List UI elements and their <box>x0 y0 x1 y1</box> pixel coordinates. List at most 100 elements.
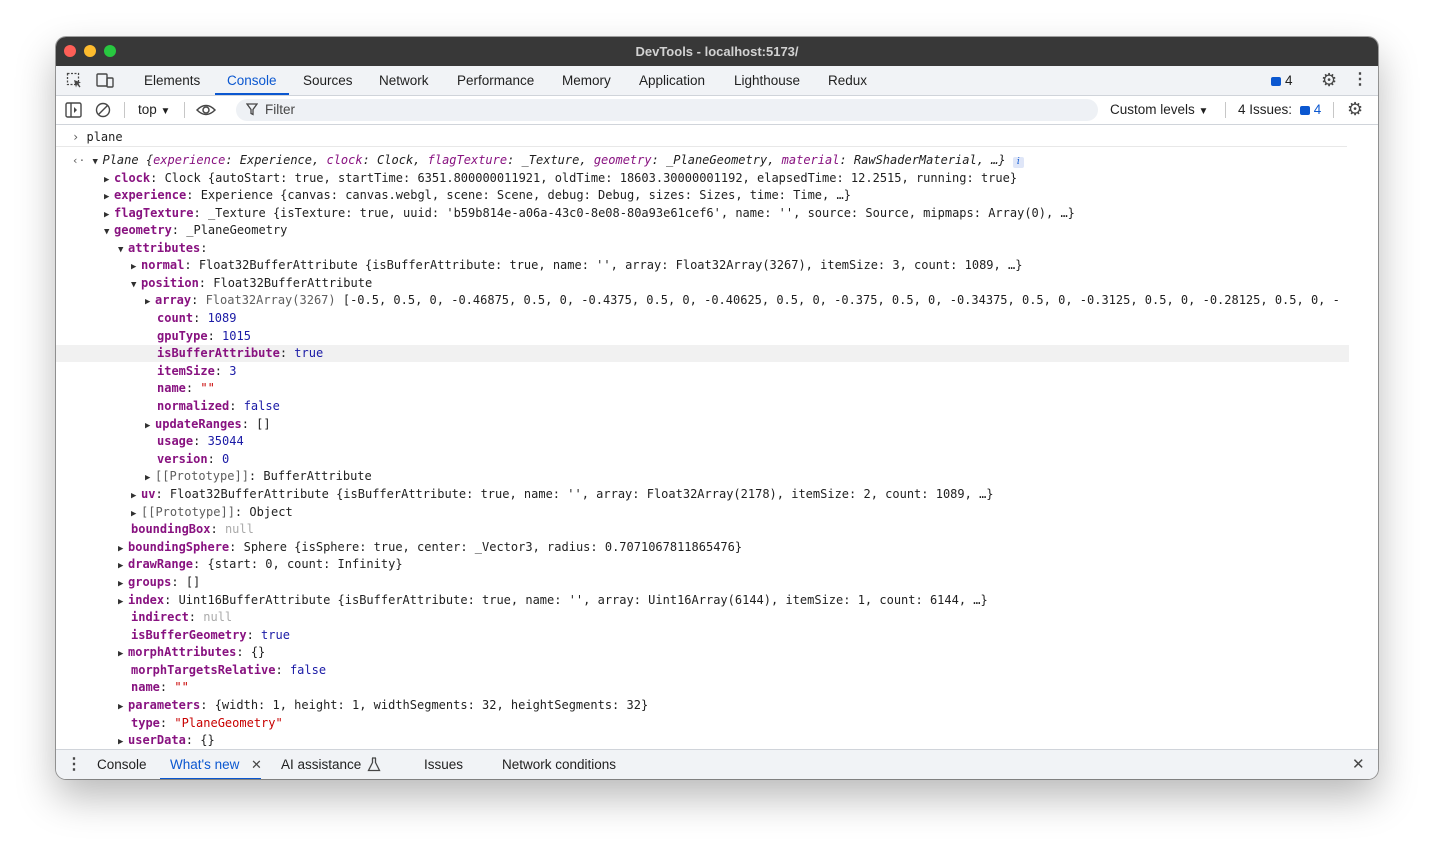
collapsed-arrow-icon: ▶ <box>118 561 124 571</box>
close-window-button[interactable] <box>64 45 76 57</box>
prop-uv[interactable]: ▶ uv: Float32BufferAttribute {isBufferAtt… <box>56 486 1378 503</box>
tab-console[interactable]: Console <box>215 66 288 95</box>
maximize-window-button[interactable] <box>104 45 116 57</box>
issues-counter[interactable]: 4 Issues: 4 <box>1238 96 1321 124</box>
prop-array[interactable]: ▶ array: Float32Array(3267) [-0.5, 0.5, 0… <box>56 292 1378 309</box>
sidebar-toggle-icon[interactable] <box>65 102 82 122</box>
flask-icon <box>367 757 381 776</box>
log-levels-dropdown[interactable]: Custom levels ▼ <box>1110 96 1208 126</box>
drawer-tab-whats-new[interactable]: What's new <box>159 750 262 779</box>
tab-memory[interactable]: Memory <box>562 66 611 95</box>
tab-application[interactable]: Application <box>639 66 705 95</box>
prop-geometry-name: name: "" <box>131 680 189 694</box>
more-vert-icon[interactable]: ⋮ <box>1352 72 1368 88</box>
console-settings-icon[interactable]: ⚙ <box>1347 100 1363 118</box>
prop-normal[interactable]: ▶ normal: Float32BufferAttribute {isBuffe… <box>56 257 1378 274</box>
drawer-tab-issues[interactable]: Issues <box>424 750 463 779</box>
issues-badge-icon <box>1271 77 1281 86</box>
collapsed-arrow-icon: ▶ <box>118 544 124 554</box>
prop-prototype-buffer-attribute[interactable]: ▶ [[Prototype]]: BufferAttribute <box>56 468 1378 485</box>
prop-normalized: normalized: false <box>157 399 280 413</box>
prop-clock[interactable]: ▶ clock: Clock {autoStart: true, startTim… <box>56 170 1378 187</box>
filter-funnel-icon <box>245 103 259 120</box>
prop-geometry[interactable]: ▼ geometry: _PlaneGeometry <box>56 222 1378 239</box>
expanded-arrow-icon: ▼ <box>131 280 137 290</box>
dropdown-arrow-icon: ▼ <box>160 106 171 117</box>
issues-badge[interactable]: 4 <box>1271 66 1293 95</box>
prop-name: name: "" <box>157 381 215 395</box>
prop-count: count: 1089 <box>157 311 237 325</box>
prop-flag-texture[interactable]: ▶ flagTexture: _Texture {isTexture: true,… <box>56 205 1378 222</box>
prop-index[interactable]: ▶ index: Uint16BufferAttribute {isBufferA… <box>56 592 1378 609</box>
return-arrow-icon: ‹· <box>72 154 86 167</box>
close-tab-icon[interactable]: ✕ <box>251 757 262 773</box>
prop-bounding-sphere[interactable]: ▶ boundingSphere: Sphere {isSphere: true,… <box>56 539 1378 556</box>
clear-console-icon[interactable] <box>95 102 111 122</box>
tab-sources[interactable]: Sources <box>303 66 353 95</box>
prop-update-ranges[interactable]: ▶ updateRanges: [] <box>56 416 1378 433</box>
window-title: DevTools - localhost:5173/ <box>635 44 799 59</box>
console-input-line: › plane <box>56 129 1347 147</box>
collapsed-arrow-icon: ▶ <box>145 421 151 431</box>
collapsed-arrow-icon: ▶ <box>118 702 124 712</box>
collapsed-arrow-icon: ▶ <box>104 175 110 185</box>
toolbar-divider <box>1333 102 1334 118</box>
collapsed-arrow-icon: ▶ <box>104 210 110 220</box>
tab-lighthouse[interactable]: Lighthouse <box>734 66 800 95</box>
devtools-window: DevTools - localhost:5173/ Elements Cons… <box>56 37 1378 779</box>
prop-attributes[interactable]: ▼ attributes: <box>56 240 1378 257</box>
collapsed-arrow-icon: ▶ <box>145 473 151 483</box>
info-icon[interactable]: i <box>1012 157 1024 168</box>
collapsed-arrow-icon: ▶ <box>118 737 124 747</box>
tab-performance[interactable]: Performance <box>457 66 534 95</box>
result-root[interactable]: ‹· ▼ Plane {experience: Experience, clock… <box>56 152 1366 169</box>
collapsed-arrow-icon: ▶ <box>145 297 151 307</box>
collapsed-arrow-icon: ▶ <box>118 649 124 659</box>
device-toggle-icon[interactable] <box>96 72 114 93</box>
prop-type: type: "PlaneGeometry" <box>131 716 283 730</box>
prop-prototype-object[interactable]: ▶ [[Prototype]]: Object <box>56 504 1378 521</box>
filter-input[interactable]: Filter <box>236 99 1098 121</box>
console-output: › plane ‹· ▼ Plane {experience: Experienc… <box>56 125 1378 749</box>
prop-draw-range[interactable]: ▶ drawRange: {start: 0, count: Infinity} <box>56 556 1378 573</box>
expanded-arrow-icon: ▼ <box>104 227 110 237</box>
drawer-tab-ai-assistance[interactable]: AI assistance <box>281 750 361 779</box>
expanded-arrow-icon: ▼ <box>118 245 124 255</box>
prop-morph-targets-relative: morphTargetsRelative: false <box>131 663 327 677</box>
collapsed-arrow-icon: ▶ <box>104 192 110 202</box>
prop-user-data[interactable]: ▶ userData: {} <box>56 732 1378 749</box>
tab-network[interactable]: Network <box>379 66 429 95</box>
toolbar-divider <box>1225 102 1226 118</box>
prop-position[interactable]: ▼ position: Float32BufferAttribute <box>56 275 1378 292</box>
close-icon[interactable]: ✕ <box>1352 757 1365 773</box>
settings-gear-icon[interactable]: ⚙ <box>1321 71 1337 89</box>
drawer-tab-bar: ⋮ Console What's new ✕ AI assistance Iss… <box>56 749 1378 779</box>
panel-tab-bar: Elements Console Sources Network Perform… <box>56 66 1378 96</box>
toolbar-divider <box>124 102 125 118</box>
inspect-icon[interactable] <box>66 72 83 93</box>
drawer-menu-icon[interactable]: ⋮ <box>66 757 82 773</box>
prop-bounding-box: boundingBox: null <box>131 522 254 536</box>
context-selector[interactable]: top ▼ <box>138 96 170 126</box>
tab-redux[interactable]: Redux <box>828 66 867 95</box>
prop-indirect: indirect: null <box>131 610 233 624</box>
prop-groups[interactable]: ▶ groups: [] <box>56 574 1378 591</box>
title-bar: DevTools - localhost:5173/ <box>56 37 1378 66</box>
issues-badge-icon <box>1299 106 1310 115</box>
tab-elements[interactable]: Elements <box>144 66 200 95</box>
prop-item-size: itemSize: 3 <box>157 364 237 378</box>
prop-experience[interactable]: ▶ experience: Experience {canvas: canvas.… <box>56 187 1378 204</box>
expanded-arrow-icon: ▼ <box>92 157 98 167</box>
collapsed-arrow-icon: ▶ <box>131 262 137 272</box>
drawer-tab-console[interactable]: Console <box>97 750 147 779</box>
prop-gpu-type: gpuType: 1015 <box>157 329 251 343</box>
drawer-tab-network-conditions[interactable]: Network conditions <box>502 750 616 779</box>
collapsed-arrow-icon: ▶ <box>131 491 137 501</box>
minimize-window-button[interactable] <box>84 45 96 57</box>
eye-icon[interactable] <box>195 102 217 122</box>
prop-parameters[interactable]: ▶ parameters: {width: 1, height: 1, width… <box>56 697 1378 714</box>
collapsed-arrow-icon: ▶ <box>118 579 124 589</box>
prop-morph-attributes[interactable]: ▶ morphAttributes: {} <box>56 644 1378 661</box>
prop-usage: usage: 35044 <box>157 434 244 448</box>
collapsed-arrow-icon: ▶ <box>118 597 124 607</box>
